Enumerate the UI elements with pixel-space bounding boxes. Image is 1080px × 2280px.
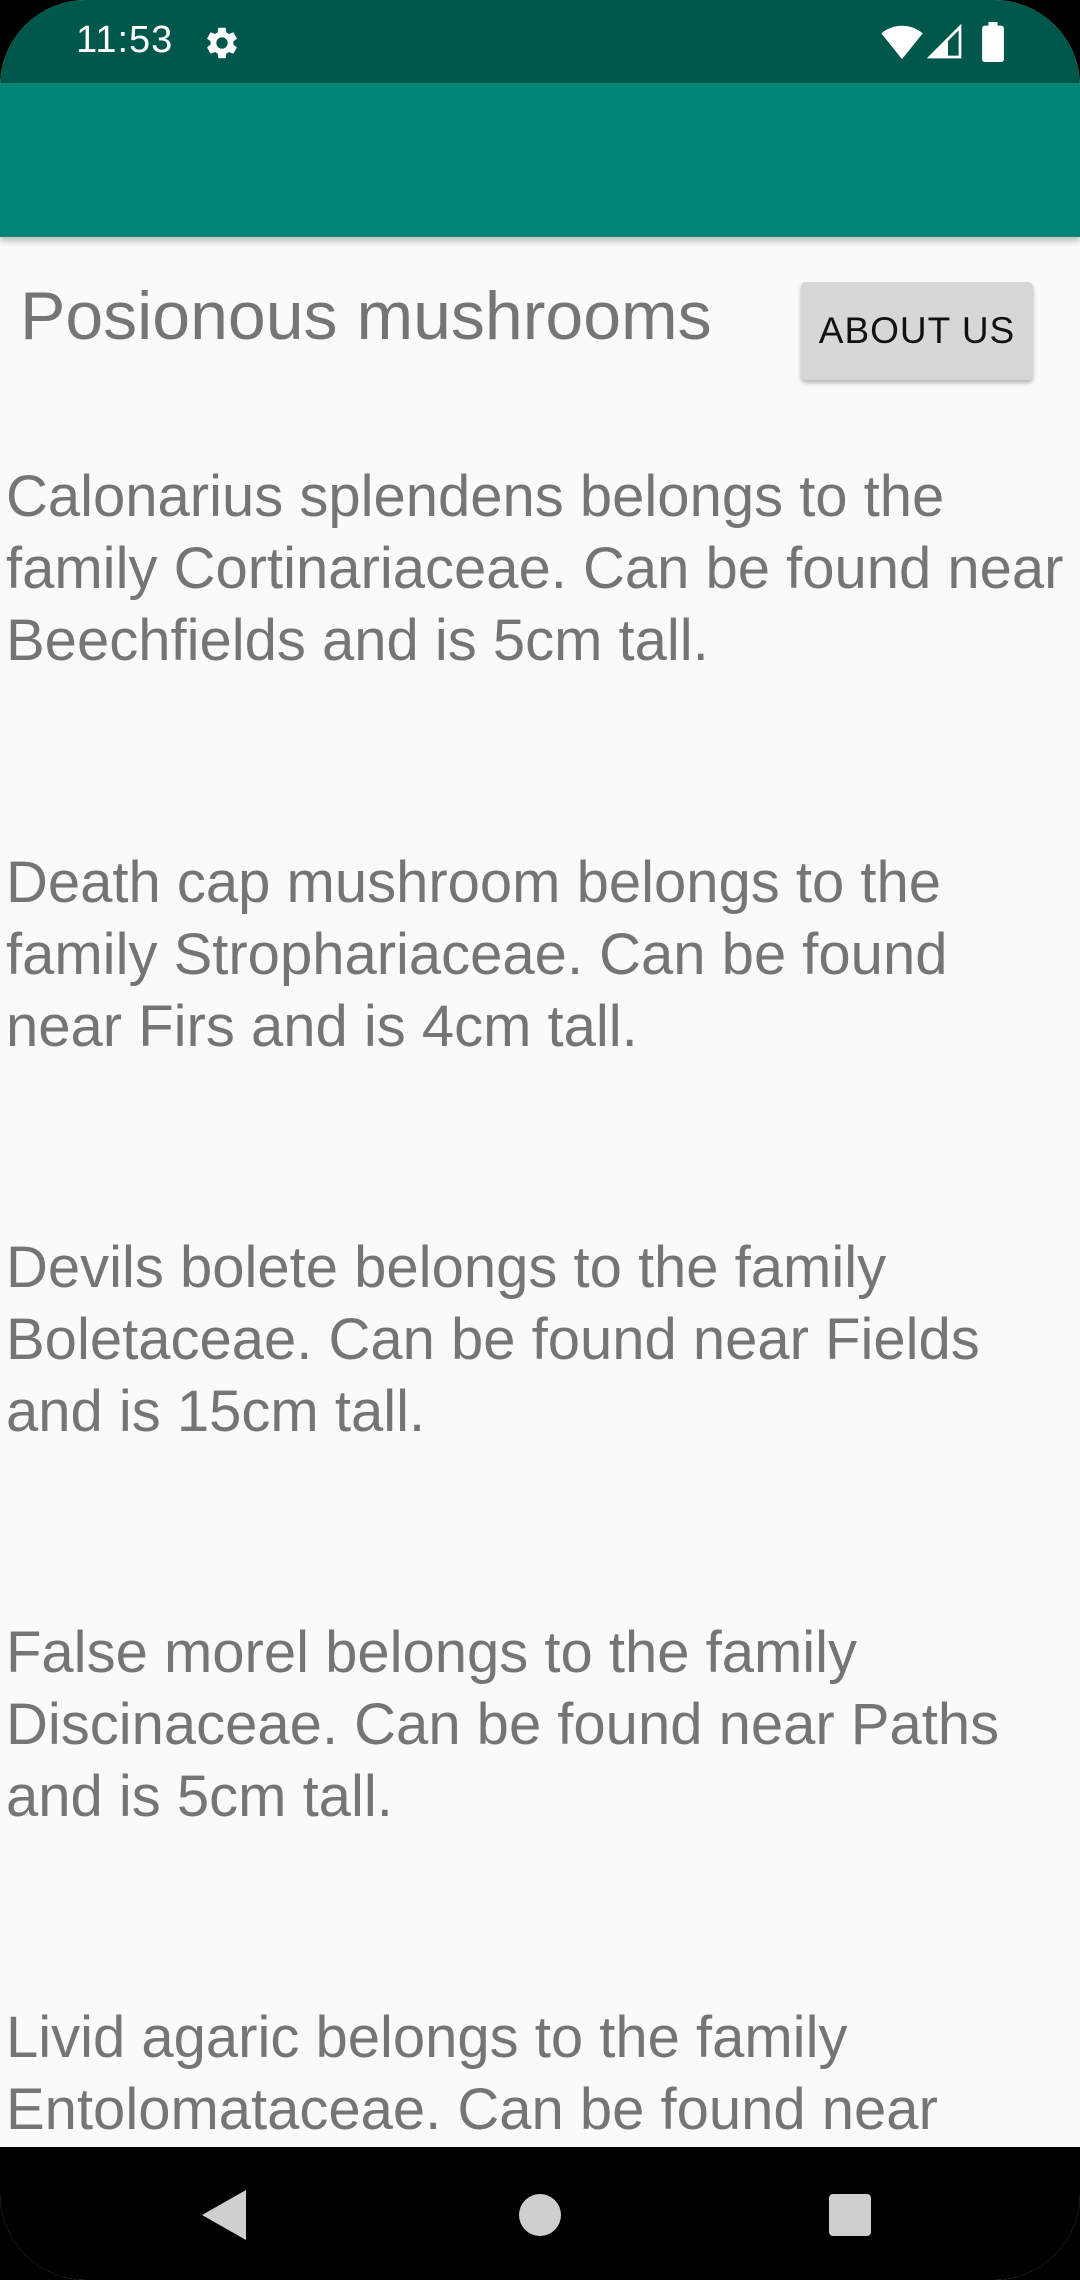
phone-screen: 11:53 Posionous mushrooms ABOUT US Calon… [0,0,1080,2280]
mushroom-item-devils-bolete: Devils bolete belongs to the family Bole… [6,1235,980,1444]
cell-signal-icon [927,24,962,59]
recents-icon[interactable] [829,2194,871,2236]
wifi-icon [881,25,923,60]
mushroom-item-livid-agaric: Livid agaric belongs to the family Entol… [6,2005,938,2142]
app-bar [0,83,1080,237]
home-icon[interactable] [519,2194,561,2236]
page-title: Posionous mushrooms [20,278,712,354]
status-time: 11:53 [76,19,174,61]
content-scroll-area[interactable]: Posionous mushrooms ABOUT US Calonarius … [0,237,1080,2147]
status-bar: 11:53 [0,0,1080,83]
gear-icon [207,27,237,59]
mushroom-item-death-cap: Death cap mushroom belongs to the family… [6,850,948,1059]
mushroom-item-calonarius: Calonarius splendens belongs to the fami… [6,464,1064,673]
navigation-bar [0,2147,1080,2280]
back-icon[interactable] [202,2190,246,2240]
about-us-button[interactable]: ABOUT US [801,282,1033,380]
battery-icon [982,22,1004,62]
mushroom-item-false-morel: False morel belongs to the family Discin… [6,1620,1000,1829]
